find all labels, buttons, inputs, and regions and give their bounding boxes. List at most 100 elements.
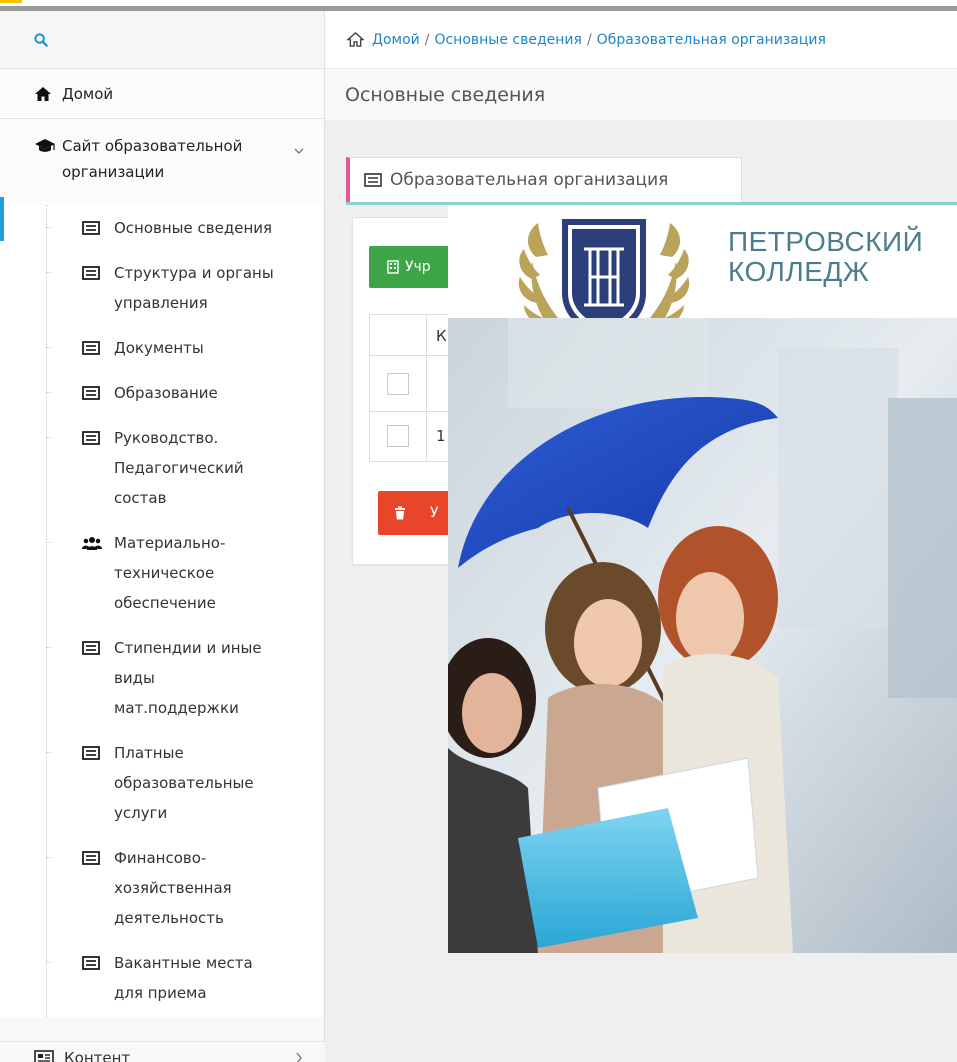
breadcrumb-separator: / [424,31,430,48]
sidebar-item-label-line: управления [114,294,208,312]
breadcrumb-separator: / [586,31,592,48]
tree-tick [46,272,52,273]
tree-tick [46,392,52,393]
search-icon[interactable] [34,32,48,47]
sidebar-item-label-line: хозяйственная [114,879,232,897]
top-accent [0,0,22,3]
college-banner: ПЕТРОВСКИЙ КОЛЛЕДЖ [448,205,957,953]
tree-tick [46,437,52,438]
list-icon [364,173,382,187]
sidebar-item-label-line: деятельность [114,909,224,927]
sidebar-item-label-line: образовательные [114,774,254,792]
sidebar-subitem[interactable]: Основные сведения [0,197,324,252]
sidebar-item-label-line: Стипендии и иные [114,639,262,657]
sidebar-item-label-line: Платные [114,744,184,762]
sidebar-item-label: Контент [64,1048,131,1062]
sidebar-item-label: Руководство. Педагогический состав [114,423,244,513]
sidebar-subitem[interactable]: Структура и органы управления [0,252,324,327]
list-icon [82,333,114,363]
sidebar-item-label: Финансово-хозяйственная деятельность [114,843,232,933]
sidebar-item-label: Материально-техническое обеспечение [114,528,225,618]
sidebar-item-home[interactable]: Домой [0,69,324,119]
sidebar-item-label-line: Образование [114,384,218,402]
sidebar-item-label-line: обеспечение [114,594,216,612]
sidebar-item-label: организации [62,163,165,181]
college-name-line2: КОЛЛЕДЖ [728,256,870,287]
sidebar-item-label-line: Вакантные места [114,954,253,972]
sidebar-item-label: Вакантные места для приема [114,948,253,1008]
sidebar-subitem[interactable]: Стипендии и иные виды мат.поддержки [0,627,324,732]
sidebar-item-label: Домой [62,84,114,103]
breadcrumb: Домой / Основные сведения / Образователь… [325,11,957,69]
sidebar-submenu: Основные сведения Структура и органы управ… [0,197,324,1017]
sidebar-subitem[interactable]: Материально-техническое обеспечение [0,522,324,627]
sidebar-subitem[interactable]: Финансово-хозяйственная деятельность [0,837,324,942]
newspaper-icon [34,1049,58,1062]
tree-tick [46,347,52,348]
tree-tick [46,752,52,753]
page-title: Основные сведения [325,69,957,121]
sidebar-item-label-line: Структура и органы [114,264,274,282]
sidebar-subitem[interactable]: Образование [0,372,324,417]
list-icon [82,738,114,828]
breadcrumb-current-link[interactable]: Образовательная организация [597,32,826,48]
sidebar-item-label-line: состав [114,489,167,507]
tab-label: Образовательная организация [390,170,669,190]
college-name: ПЕТРОВСКИЙ КОЛЛЕДЖ [728,227,923,287]
chevron-right-icon[interactable] [295,1050,303,1062]
sidebar-item-content[interactable]: Контент [0,1041,325,1062]
graduation-cap-icon [34,133,58,154]
sidebar-subitem[interactable]: Вакантные места для приема [0,942,324,1017]
sidebar-item-label-line: мат.поддержки [114,699,239,717]
sidebar-search[interactable] [0,11,324,69]
sidebar-item-label: Сайт образовательной [62,137,243,155]
sidebar-subitem[interactable]: Документы [0,327,324,372]
list-icon [82,213,114,243]
sidebar-item-label: Стипендии и иные виды мат.поддержки [114,633,262,723]
tree-tick [46,227,52,228]
sidebar-item-label-line: Руководство. [114,429,219,447]
breadcrumb-home-link[interactable]: Домой [372,32,420,48]
table-divider [426,315,427,461]
sidebar-item-label-line: виды [114,669,155,687]
sidebar-item-label: Структура и органы управления [114,258,274,318]
list-icon [82,843,114,933]
sidebar-subitem[interactable]: Платные образовательные услуги [0,732,324,837]
building-icon [387,260,399,274]
students-photo [448,318,957,953]
logo-band: ПЕТРОВСКИЙ КОЛЛЕДЖ [448,205,957,359]
tree-tick [46,962,52,963]
sidebar-item-label-line: техническое [114,564,215,582]
tree-tick [46,857,52,858]
sidebar-item-label-line: Финансово- [114,849,207,867]
tab-organization[interactable]: Образовательная организация [346,157,742,202]
sidebar-item-site[interactable]: Сайт образовательной организации [0,119,324,205]
button-label: Учр [405,259,431,275]
sidebar-item-label: Основные сведения [114,213,272,243]
sidebar-item-label-line: Документы [114,339,204,357]
trash-icon [394,506,406,520]
tree-tick [46,647,52,648]
sidebar-item-label-line: Педагогический [114,459,244,477]
sidebar-item-label-line: для приема [114,984,207,1002]
home-icon[interactable] [347,32,364,47]
sidebar-item-label-line: Материально- [114,534,226,552]
row-checkbox[interactable] [387,425,409,447]
row-checkbox[interactable] [387,373,409,395]
sidebar-item-label: Образование [114,378,218,408]
list-icon [82,258,114,318]
chevron-down-icon[interactable] [294,137,304,163]
table-header: К [436,327,447,345]
users-icon [82,528,114,618]
list-icon [82,948,114,1008]
home-icon [34,86,58,102]
college-name-line1: ПЕТРОВСКИЙ [728,226,924,257]
button-label: У [430,505,439,521]
list-icon [82,423,114,513]
sidebar-subitem[interactable]: Руководство. Педагогический состав [0,417,324,522]
list-icon [82,633,114,723]
breadcrumb-section-link[interactable]: Основные сведения [434,32,582,48]
table-cell: 1 [436,427,446,445]
sidebar-item-label-line: услуги [114,804,168,822]
sidebar-item-label: Документы [114,333,204,363]
